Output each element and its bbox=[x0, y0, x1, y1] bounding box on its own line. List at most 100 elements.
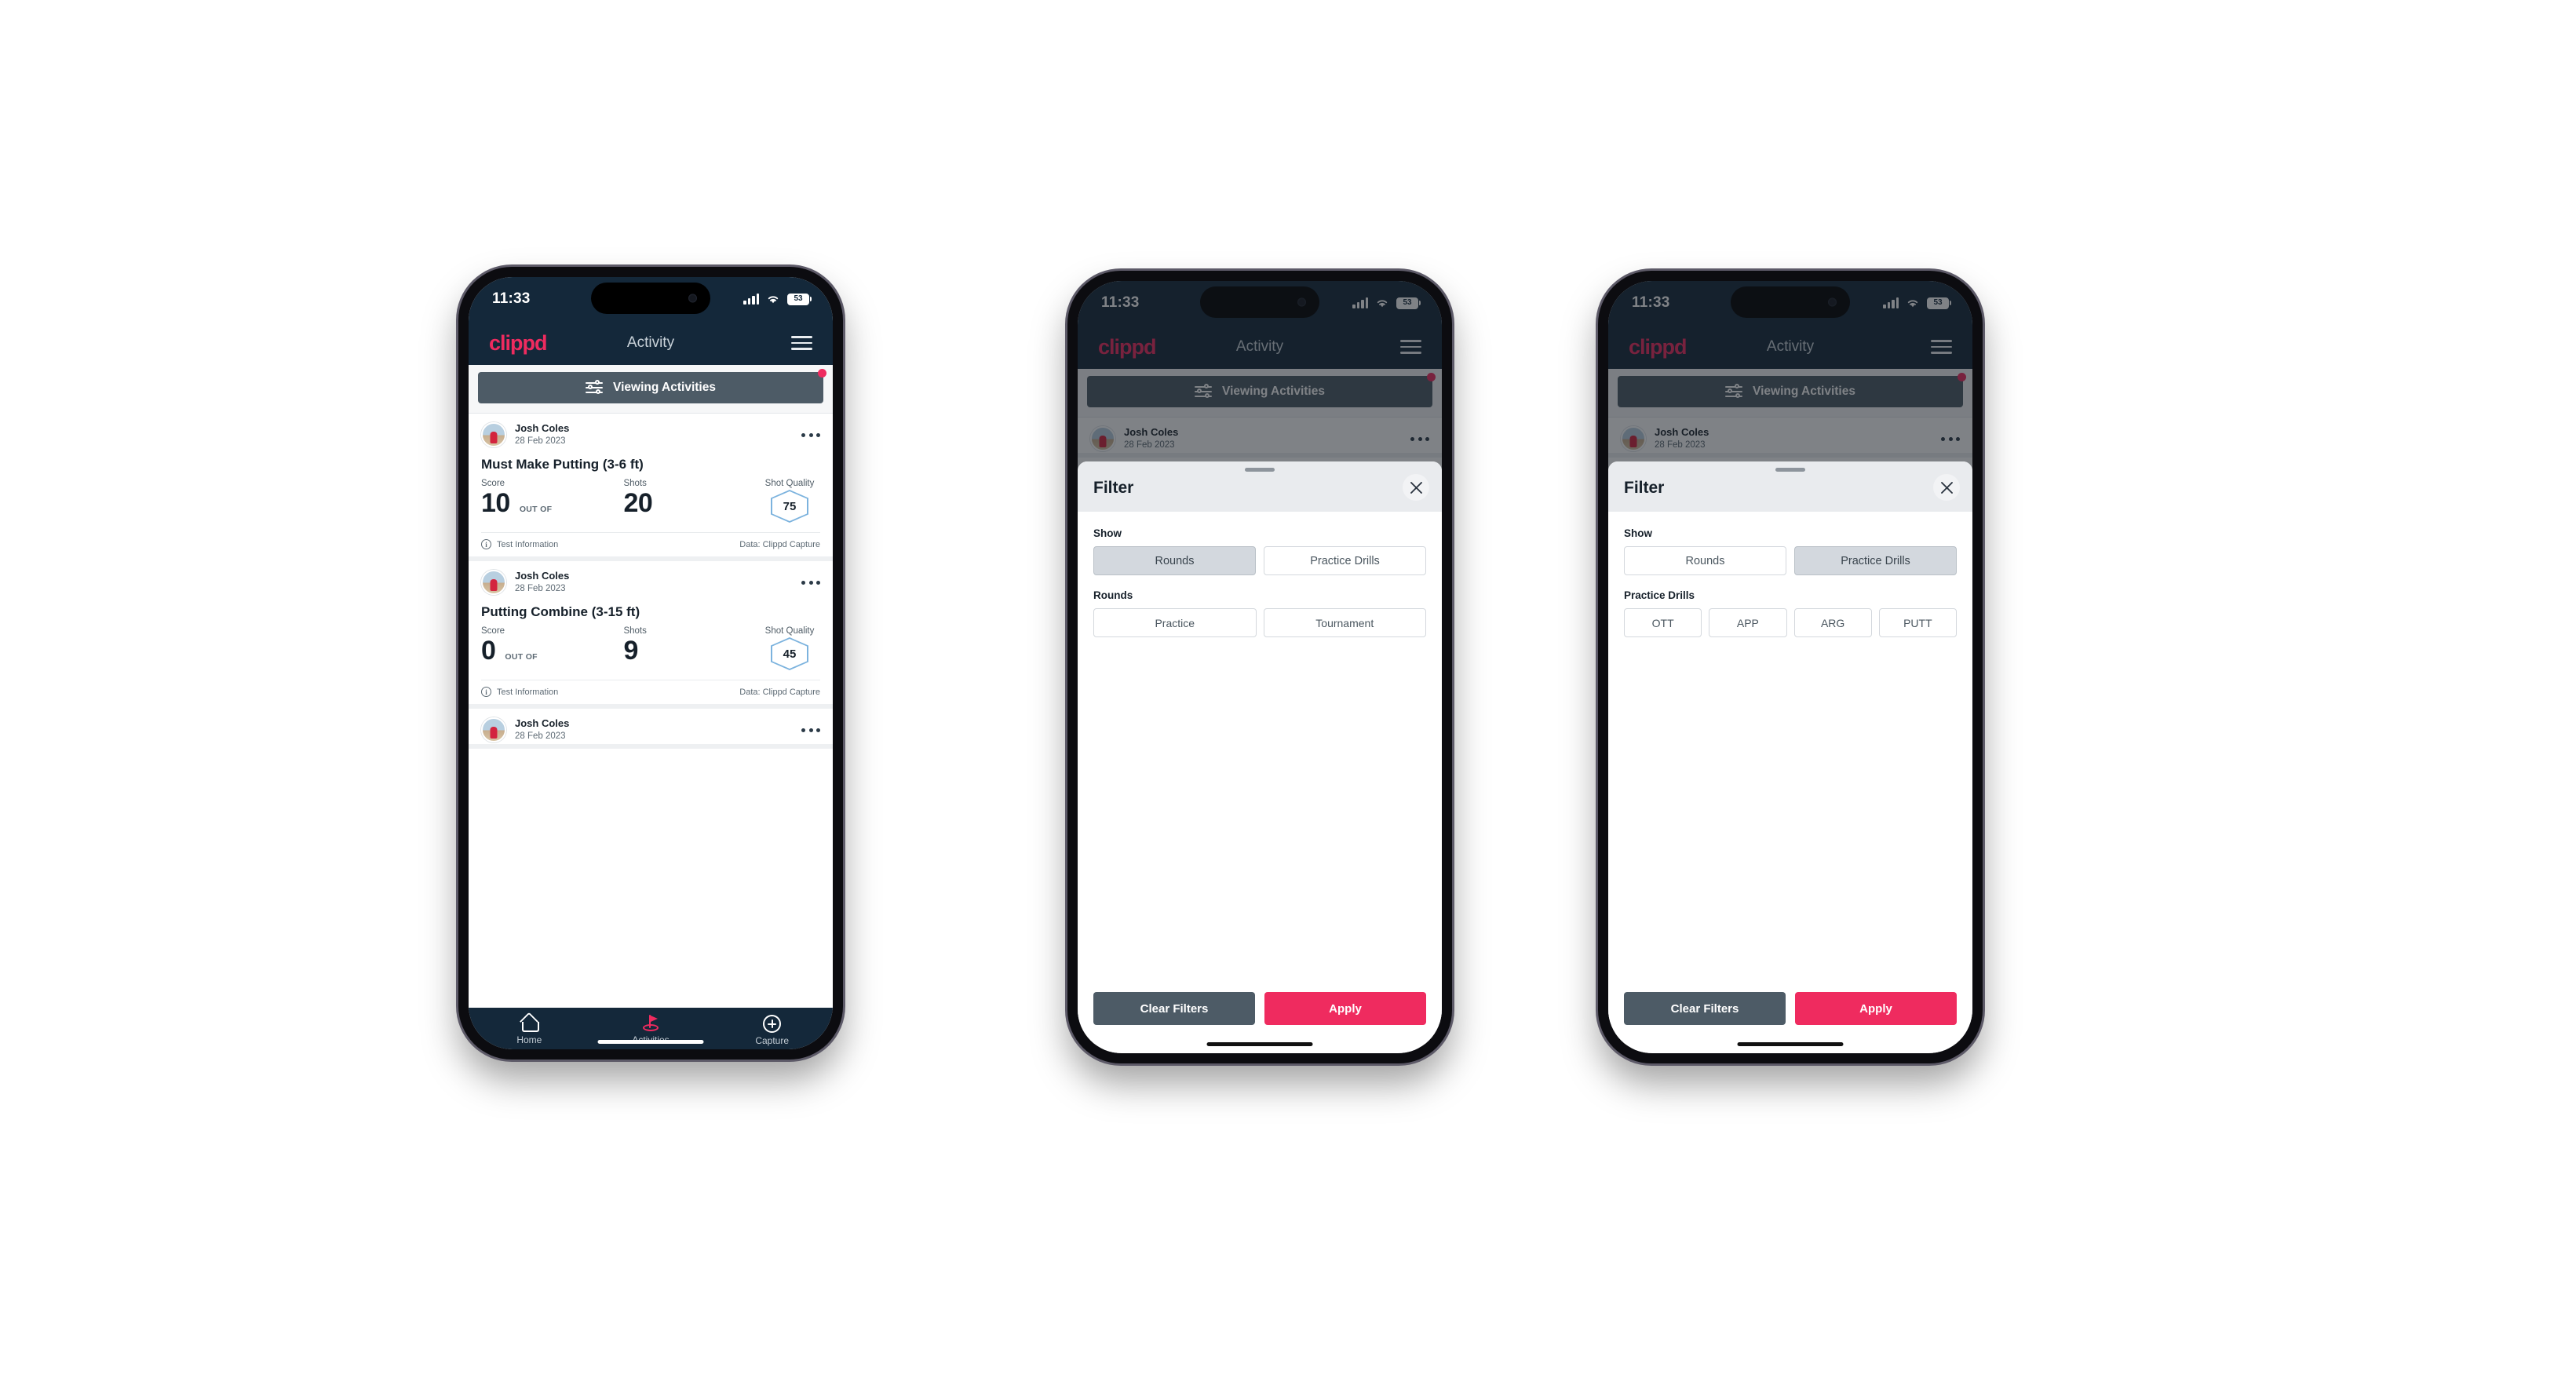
out-of-label: OUT OF bbox=[505, 652, 538, 662]
card-header: Josh Coles 28 Feb 2023 bbox=[481, 709, 820, 744]
sheet-title: Filter bbox=[1093, 479, 1134, 497]
shot-quality-hexagon-badge: 45 bbox=[771, 637, 808, 670]
phone-mockup-activity-feed: 11:33 53 clippd Activity Viewing Activit… bbox=[458, 267, 843, 1060]
data-source-label: Data: Clippd Capture bbox=[739, 687, 820, 697]
show-segmented-control: Rounds Practice Drills bbox=[1624, 546, 1957, 575]
card-stats: Score 10 OUT OF Shots 20 Shot Quality 75 bbox=[481, 476, 820, 532]
apply-button[interactable]: Apply bbox=[1795, 992, 1957, 1025]
rounds-option-tournament[interactable]: Tournament bbox=[1263, 608, 1426, 637]
card-user-block: Josh Coles 28 Feb 2023 bbox=[515, 570, 569, 594]
activity-card[interactable]: Josh Coles 28 Feb 2023 Putting Combine (… bbox=[469, 561, 833, 709]
card-header: Josh Coles 28 Feb 2023 bbox=[481, 414, 820, 449]
dynamic-island bbox=[591, 283, 710, 314]
apply-button[interactable]: Apply bbox=[1264, 992, 1426, 1025]
close-x-icon[interactable] bbox=[1403, 474, 1429, 501]
activity-feed[interactable]: Josh Coles 28 Feb 2023 Must Make Putting… bbox=[469, 414, 833, 1008]
sheet-title: Filter bbox=[1624, 479, 1665, 497]
activity-date: 28 Feb 2023 bbox=[515, 436, 566, 446]
page-title: Activity bbox=[626, 334, 675, 351]
test-information-link[interactable]: Test Information bbox=[497, 688, 558, 697]
score-row: 10 OUT OF bbox=[481, 490, 623, 516]
clippd-logo: clippd bbox=[489, 330, 547, 355]
home-indicator bbox=[1737, 1042, 1844, 1046]
show-segmented-control: Rounds Practice Drills bbox=[1093, 546, 1426, 575]
sheet-drag-handle[interactable] bbox=[1775, 468, 1805, 472]
rounds-options: Practice Tournament bbox=[1093, 608, 1426, 637]
wifi-icon bbox=[768, 296, 779, 304]
avatar bbox=[481, 570, 506, 595]
phone-screen: 11:33 53 clippd Activity Viewing Activit… bbox=[1078, 281, 1442, 1053]
stat-shots: Shots 20 bbox=[623, 479, 759, 516]
test-information-link[interactable]: Test Information bbox=[497, 540, 558, 549]
status-indicators: 53 bbox=[743, 293, 809, 305]
phone-screen: 11:33 53 clippd Activity Viewing Activit… bbox=[469, 277, 833, 1049]
shot-quality-value: 75 bbox=[772, 491, 807, 521]
sheet-drag-handle[interactable] bbox=[1245, 468, 1275, 472]
activity-card[interactable]: Josh Coles 28 Feb 2023 Must Make Putting… bbox=[469, 414, 833, 561]
practice-drills-options: OTT APP ARG PUTT bbox=[1624, 608, 1957, 637]
score-value: 10 bbox=[481, 488, 510, 518]
show-option-practice-drills[interactable]: Practice Drills bbox=[1794, 546, 1957, 575]
hamburger-menu-icon[interactable] bbox=[791, 336, 812, 350]
show-option-rounds[interactable]: Rounds bbox=[1093, 546, 1256, 575]
home-indicator bbox=[1206, 1042, 1313, 1046]
card-more-options-icon[interactable] bbox=[801, 430, 820, 440]
phone-mockup-filter-practice-drills: 11:33 53 clippd Activity Viewing Activit… bbox=[1598, 271, 1983, 1063]
sheet-header: Filter bbox=[1608, 461, 1972, 512]
sheet-body: Show Rounds Practice Drills Rounds Pract… bbox=[1078, 512, 1442, 981]
rounds-group-label: Rounds bbox=[1093, 589, 1133, 601]
stat-shot-quality: Shot Quality 45 bbox=[759, 626, 820, 670]
info-icon: i bbox=[481, 539, 491, 549]
out-of-label: OUT OF bbox=[519, 505, 553, 514]
card-header: Josh Coles 28 Feb 2023 bbox=[481, 561, 820, 596]
filter-bottom-sheet: Filter Show Rounds Practice Drills Round… bbox=[1078, 461, 1442, 1053]
bottom-tab-bar: Home Activities Capture bbox=[469, 1008, 833, 1049]
tab-capture-label: Capture bbox=[755, 1035, 790, 1046]
filter-button-label: Viewing Activities bbox=[613, 381, 716, 394]
rounds-option-practice[interactable]: Practice bbox=[1093, 608, 1257, 637]
activity-title: Putting Combine (3-15 ft) bbox=[481, 604, 640, 619]
avatar bbox=[481, 717, 506, 742]
drill-option-ott[interactable]: OTT bbox=[1624, 608, 1702, 637]
activity-card-partial[interactable]: Josh Coles 28 Feb 2023 bbox=[469, 709, 833, 749]
show-group-label: Show bbox=[1093, 527, 1122, 539]
drill-option-arg[interactable]: ARG bbox=[1793, 608, 1872, 637]
info-icon: i bbox=[481, 687, 491, 697]
stat-score: Score 0 OUT OF bbox=[481, 626, 623, 664]
shot-quality-label: Shot Quality bbox=[764, 479, 815, 488]
clear-filters-button[interactable]: Clear Filters bbox=[1093, 992, 1255, 1025]
golf-flag-icon bbox=[641, 1015, 660, 1032]
score-label: Score bbox=[481, 479, 505, 488]
tab-capture[interactable]: Capture bbox=[711, 1015, 833, 1046]
drill-option-putt[interactable]: PUTT bbox=[1878, 608, 1957, 637]
score-label: Score bbox=[481, 626, 505, 636]
activity-date: 28 Feb 2023 bbox=[515, 583, 566, 593]
clear-filters-button[interactable]: Clear Filters bbox=[1624, 992, 1786, 1025]
sliders-filter-icon bbox=[586, 380, 604, 395]
screenshot-stage: 11:33 53 clippd Activity Viewing Activit… bbox=[0, 0, 2576, 1386]
filter-bar-container: Viewing Activities bbox=[469, 365, 833, 414]
card-stats: Score 0 OUT OF Shots 9 Shot Quality 45 bbox=[481, 623, 820, 680]
show-option-rounds[interactable]: Rounds bbox=[1624, 546, 1786, 575]
viewing-activities-filter-button[interactable]: Viewing Activities bbox=[478, 372, 823, 403]
status-time: 11:33 bbox=[492, 290, 531, 307]
front-camera-icon bbox=[688, 294, 697, 303]
stat-shot-quality: Shot Quality 75 bbox=[759, 479, 820, 523]
close-x-icon[interactable] bbox=[1933, 474, 1960, 501]
avatar bbox=[481, 422, 506, 447]
stat-shots: Shots 9 bbox=[623, 626, 759, 664]
shot-quality-value: 45 bbox=[772, 639, 807, 669]
tab-home-label: Home bbox=[516, 1034, 542, 1045]
card-more-options-icon[interactable] bbox=[801, 725, 820, 735]
card-more-options-icon[interactable] bbox=[801, 578, 820, 588]
activity-title: Must Make Putting (3-6 ft) bbox=[481, 457, 644, 472]
shots-value: 9 bbox=[623, 636, 638, 666]
drill-option-app[interactable]: APP bbox=[1709, 608, 1787, 637]
show-option-practice-drills[interactable]: Practice Drills bbox=[1264, 546, 1426, 575]
shots-label: Shots bbox=[623, 479, 647, 488]
score-value: 0 bbox=[481, 636, 496, 666]
battery-level: 53 bbox=[794, 294, 803, 303]
activity-date: 28 Feb 2023 bbox=[515, 731, 566, 741]
card-user-block: Josh Coles 28 Feb 2023 bbox=[515, 422, 569, 447]
tab-home[interactable]: Home bbox=[469, 1015, 590, 1046]
